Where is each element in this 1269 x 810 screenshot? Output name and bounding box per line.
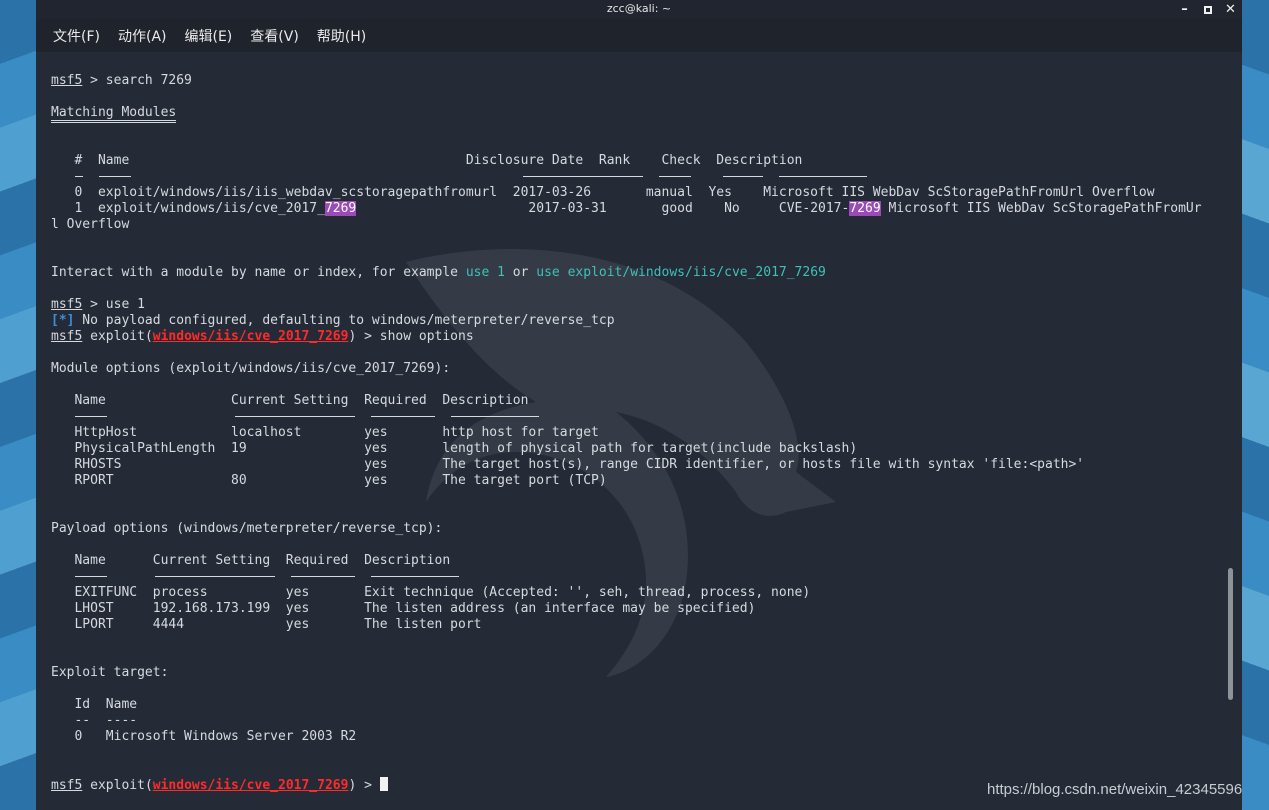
prompt-label: msf5: [51, 778, 83, 793]
module-table-header: Name Current Setting Required Descriptio…: [51, 393, 529, 408]
use-command: > use 1: [82, 297, 145, 312]
minimize-icon: –: [1181, 2, 1188, 17]
target-table-header: Id Name: [51, 697, 138, 712]
menu-actions[interactable]: 动作(A): [118, 26, 167, 46]
desktop-background-right: [1242, 0, 1269, 810]
terminal-output[interactable]: msf5 > search 7269 Matching Modules # Na…: [36, 52, 1242, 810]
module-table-row: RHOSTS yes The target host(s), range CID…: [51, 457, 1085, 472]
menu-file[interactable]: 文件(F): [53, 26, 100, 46]
payload-table-header: Name Current Setting Required Descriptio…: [51, 553, 451, 568]
payload-table-row: LPORT 4444 yes The listen port: [51, 617, 482, 632]
payload-table-row: EXITFUNC process yes Exit technique (Acc…: [51, 585, 811, 600]
hint-text: or: [504, 265, 537, 280]
prompt-label: msf5: [51, 297, 83, 312]
module-path: windows/iis/cve_2017_7269: [152, 329, 349, 344]
matching-modules-line: Matching Modules: [51, 105, 1221, 123]
menu-edit[interactable]: 编辑(E): [185, 26, 233, 46]
module-table-rules: [51, 409, 1221, 425]
watermark-url: https://blog.csdn.net/weixin_42345596: [987, 781, 1243, 798]
search-highlight: 7269: [849, 201, 881, 216]
search-table-rules: [51, 169, 1221, 185]
module-table-row: HttpHost localhost yes http host for tar…: [51, 425, 599, 440]
menu-view[interactable]: 查看(V): [250, 26, 299, 46]
hint-text: Interact with a module by name or index,…: [51, 265, 466, 280]
module-options-title: Module options (exploit/windows/iis/cve_…: [51, 361, 451, 376]
line-search: msf5 > search 7269: [51, 73, 1221, 89]
target-table-rules: -- ----: [51, 713, 138, 728]
hint-command: use 1: [465, 265, 505, 280]
prompt-end: ) >: [348, 778, 380, 793]
search-table-row: 0 exploit/windows/iis/iis_webdav_scstora…: [51, 185, 1155, 200]
prompt-label: msf5: [51, 73, 83, 88]
prompt-label: msf5: [51, 329, 83, 344]
search-table-row-wrap: l Overflow: [51, 217, 130, 232]
paren: (: [144, 329, 153, 344]
interact-hint-line: Interact with a module by name or index,…: [51, 265, 1221, 281]
module-path: windows/iis/cve_2017_7269: [152, 778, 349, 793]
line-use: msf5 > use 1: [51, 297, 1221, 313]
exploit-label: exploit: [90, 329, 145, 344]
row-text: 1 exploit/windows/iis/cve_2017_: [51, 201, 325, 216]
window-title: zcc@kali: ~: [606, 2, 672, 15]
payload-options-title: Payload options (windows/meterpreter/rev…: [51, 521, 443, 536]
title-bar[interactable]: zcc@kali: ~ – ✕: [36, 0, 1242, 19]
hint-command: use exploit/windows/iis/cve_2017_7269: [536, 265, 826, 280]
target-table-row: 0 Microsoft Windows Server 2003 R2: [51, 729, 357, 744]
terminal-window: zcc@kali: ~ – ✕ 文件(F) 动作(A) 编辑(E) 查看(V) …: [36, 0, 1242, 810]
info-line: [*] No payload configured, defaulting to…: [51, 313, 1221, 329]
line-show-options: msf5 exploit(windows/iis/cve_2017_7269) …: [51, 329, 1221, 345]
exploit-target-title: Exploit target:: [51, 665, 169, 680]
paren: (: [144, 778, 153, 793]
menu-bar: 文件(F) 动作(A) 编辑(E) 查看(V) 帮助(H): [36, 19, 1242, 52]
minimize-button[interactable]: –: [1173, 0, 1196, 19]
search-highlight: 7269: [324, 201, 357, 216]
row-text: 2017-03-31 good No CVE-2017-: [356, 201, 850, 216]
maximize-icon: [1203, 5, 1212, 14]
text-cursor: [379, 777, 388, 791]
info-tag: [*]: [51, 313, 75, 328]
search-table-header: # Name Disclosure Date Rank Check Descri…: [51, 153, 803, 168]
search-table-row: 1 exploit/windows/iis/cve_2017_7269 2017…: [51, 201, 1221, 217]
menu-help[interactable]: 帮助(H): [317, 26, 366, 46]
show-command: ) > show options: [348, 329, 474, 344]
window-controls: – ✕: [1173, 0, 1242, 19]
search-command: > search 7269: [82, 73, 192, 88]
row-text: Microsoft IIS WebDav ScStoragePathFromUr: [880, 201, 1202, 216]
terminal-scrollbar[interactable]: [1228, 568, 1233, 700]
module-table-row: RPORT 80 yes The target port (TCP): [51, 473, 607, 488]
payload-table-rules: [51, 569, 1221, 585]
info-text: No payload configured, defaulting to win…: [74, 313, 615, 328]
desktop-background-left: [0, 0, 36, 810]
maximize-button[interactable]: [1196, 0, 1219, 19]
close-button[interactable]: ✕: [1219, 0, 1242, 19]
module-table-row: PhysicalPathLength 19 yes length of phys…: [51, 441, 858, 456]
close-icon: ✕: [1225, 2, 1236, 17]
payload-table-row: LHOST 192.168.173.199 yes The listen add…: [51, 601, 756, 616]
exploit-label: exploit: [90, 778, 145, 793]
